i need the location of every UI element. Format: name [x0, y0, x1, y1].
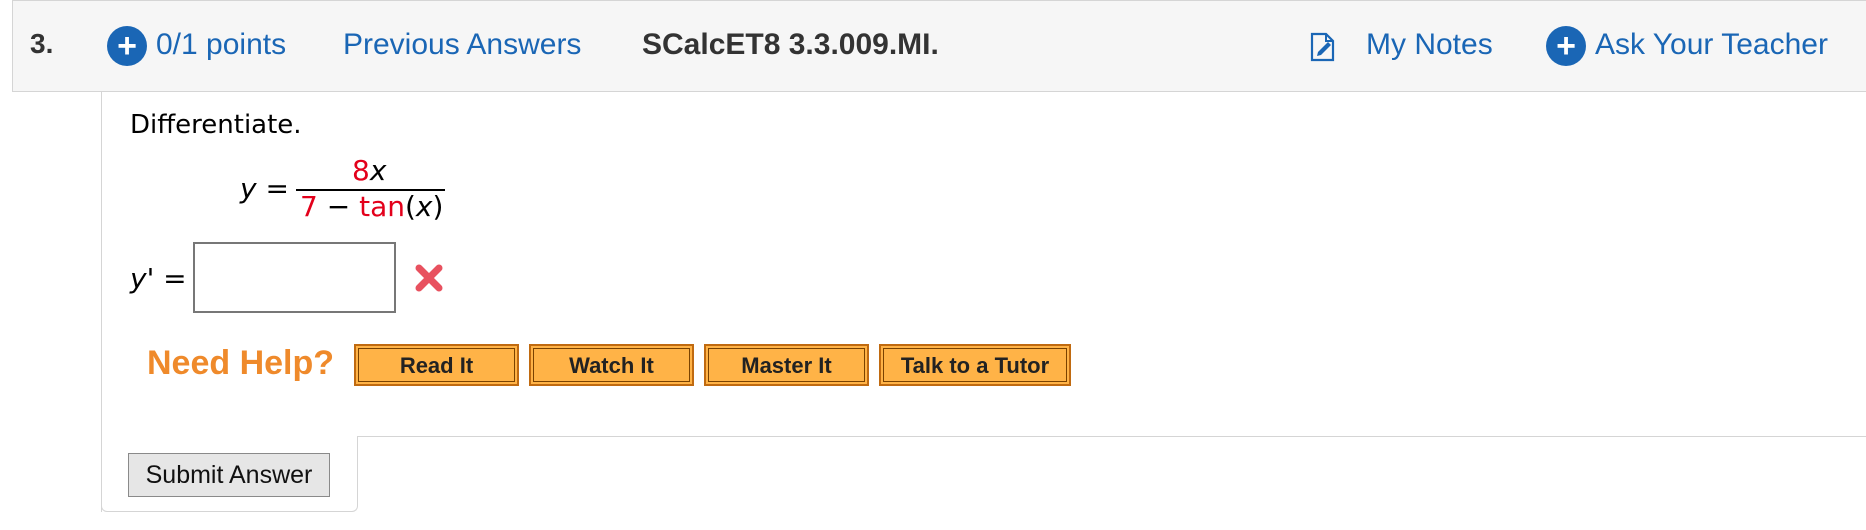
- submit-answer-button[interactable]: Submit Answer: [128, 453, 330, 497]
- answer-input[interactable]: [193, 242, 396, 313]
- plus-circle-icon[interactable]: +: [107, 26, 147, 66]
- fraction-numerator: 8x: [352, 154, 387, 187]
- previous-answers-link[interactable]: Previous Answers: [343, 28, 581, 62]
- points-link[interactable]: 0/1 points: [156, 28, 286, 62]
- fraction-denominator: 7 − tan(x): [300, 190, 444, 223]
- need-help-label: Need Help?: [147, 344, 335, 382]
- my-notes-link[interactable]: My Notes: [1366, 28, 1493, 62]
- reference-code: SCalcET8 3.3.009.MI.: [642, 28, 939, 61]
- note-icon[interactable]: [1308, 32, 1338, 62]
- instruction-text: Differentiate.: [130, 110, 302, 140]
- red-x-icon: [415, 264, 443, 292]
- equation-lhs: y =: [240, 172, 289, 205]
- question-number: 3.: [30, 28, 54, 59]
- answer-label: y' =: [130, 262, 187, 295]
- divider: [357, 436, 1866, 437]
- watch-it-button[interactable]: Watch It: [529, 344, 694, 386]
- plus-circle-icon[interactable]: +: [1546, 26, 1586, 66]
- read-it-button[interactable]: Read It: [354, 344, 519, 386]
- ask-teacher-link[interactable]: Ask Your Teacher: [1595, 28, 1828, 62]
- question-header: [12, 0, 1866, 92]
- master-it-button[interactable]: Master It: [704, 344, 869, 386]
- talk-to-tutor-button[interactable]: Talk to a Tutor: [879, 344, 1071, 386]
